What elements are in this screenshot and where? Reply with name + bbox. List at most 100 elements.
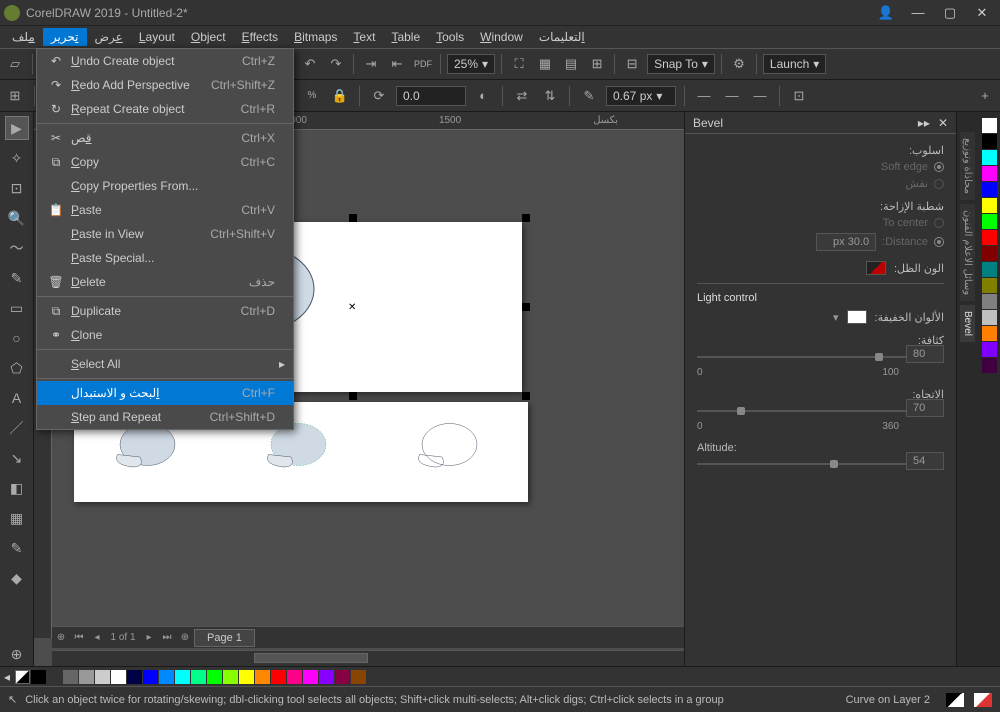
docker-collapse-button[interactable]: ▸▸	[918, 116, 930, 130]
swatch[interactable]	[287, 670, 302, 684]
light-color-swatch[interactable]	[847, 310, 867, 324]
swatch[interactable]	[223, 670, 238, 684]
swatch[interactable]	[351, 670, 366, 684]
maximize-button[interactable]: ▢	[940, 5, 960, 21]
swatch[interactable]	[303, 670, 318, 684]
swatch-none[interactable]	[15, 670, 30, 684]
menu-التعليمات[interactable]: التعليمات	[531, 28, 593, 46]
menu-item-paste-special-[interactable]: Paste Special...	[37, 246, 293, 270]
options-button[interactable]: ⚙	[728, 53, 750, 75]
distance-radio[interactable]: Distance: 30.0 px	[697, 233, 944, 251]
ruler-button[interactable]: ⊟	[621, 53, 643, 75]
swatch[interactable]	[175, 670, 190, 684]
color-swatch[interactable]	[982, 294, 997, 309]
swatch[interactable]	[111, 670, 126, 684]
menu-window[interactable]: Window	[472, 28, 531, 46]
shadow-color-swatch[interactable]	[866, 261, 886, 275]
menu-item-select-all[interactable]: ▸Select All	[37, 352, 293, 376]
emboss-radio[interactable]: نقش	[697, 177, 944, 190]
export-button[interactable]: ⇤	[386, 53, 408, 75]
connector-tool[interactable]: ↘	[5, 446, 29, 470]
color-swatch[interactable]	[982, 214, 997, 229]
lock-icon[interactable]: 🔒	[329, 85, 351, 107]
drop-shadow-tool[interactable]: ◧	[5, 476, 29, 500]
color-swatch[interactable]	[982, 198, 997, 213]
swatch[interactable]	[191, 670, 206, 684]
quick-custom-button[interactable]: ⊕	[5, 642, 29, 666]
menu-item-redo-add-perspective[interactable]: Ctrl+Shift+ZRedo Add Perspective↷	[37, 73, 293, 97]
menu-object[interactable]: Object	[183, 28, 234, 46]
color-swatch[interactable]	[982, 342, 997, 357]
import-button[interactable]: ⇥	[360, 53, 382, 75]
menu-item-delete[interactable]: حذفDelete🗑	[37, 270, 293, 294]
swatch[interactable]	[47, 670, 62, 684]
menu-item-paste[interactable]: Ctrl+VPaste📋	[37, 198, 293, 222]
rectangle-tool[interactable]: ▭	[5, 296, 29, 320]
swatch[interactable]	[319, 670, 334, 684]
ellipse-tool[interactable]: ○	[5, 326, 29, 350]
color-swatch[interactable]	[982, 166, 997, 181]
swatch[interactable]	[127, 670, 142, 684]
grid-button[interactable]: ▦	[534, 53, 556, 75]
eyedropper-tool[interactable]: ✎	[5, 536, 29, 560]
guides-button[interactable]: ▤	[560, 53, 582, 75]
menu-عرض[interactable]: عرض	[87, 28, 131, 46]
polygon-tool[interactable]: ⬠	[5, 356, 29, 380]
page-last-button[interactable]: ⏭	[158, 632, 176, 643]
distance-field[interactable]: 30.0 px	[816, 233, 876, 251]
snap-dropdown[interactable]: Snap To ▾	[647, 54, 715, 74]
redo-button[interactable]: ↷	[325, 53, 347, 75]
docker-tab-2[interactable]: Bevel	[960, 305, 975, 342]
swatch[interactable]	[239, 670, 254, 684]
menu-bitmaps[interactable]: Bitmaps	[286, 28, 345, 46]
color-swatch[interactable]	[982, 134, 997, 149]
menu-item-duplicate[interactable]: Ctrl+DDuplicate⧉	[37, 299, 293, 323]
color-swatch[interactable]	[982, 246, 997, 261]
color-swatch[interactable]	[982, 262, 997, 277]
menu-text[interactable]: Text	[345, 28, 383, 46]
crop-tool[interactable]: ⊡	[5, 176, 29, 200]
user-icon[interactable]: 👤	[876, 5, 896, 21]
pdf-button[interactable]: PDF	[412, 53, 434, 75]
docker-close-button[interactable]: ✕	[938, 116, 948, 130]
menu-item-step-and-repeat[interactable]: Ctrl+Shift+DStep and Repeat	[37, 405, 293, 429]
direction-slider[interactable]: 70	[697, 405, 944, 417]
rotation-field[interactable]: 0.0	[396, 86, 466, 106]
snap-grid-button[interactable]: ⊞	[586, 53, 608, 75]
pick-tool[interactable]: ▶	[5, 116, 29, 140]
wrap-button[interactable]: ⊡	[788, 85, 810, 107]
docker-tab-1[interactable]: وسائل الاعلام الفنون	[960, 204, 975, 301]
spinner-icon[interactable]: ◐	[472, 85, 494, 107]
color-swatch[interactable]	[982, 118, 997, 133]
preset-button[interactable]: ⊞	[4, 85, 26, 107]
minimize-button[interactable]: —	[908, 5, 928, 21]
flip-h-button[interactable]: ⇄	[511, 85, 533, 107]
launch-dropdown[interactable]: Launch ▾	[763, 54, 826, 74]
menu-ملف[interactable]: ملف	[4, 28, 43, 46]
text-tool[interactable]: A	[5, 386, 29, 410]
menu-item-copy[interactable]: Ctrl+CCopy⧉	[37, 150, 293, 174]
new-doc-button[interactable]: ▱	[4, 53, 26, 75]
swatch[interactable]	[207, 670, 222, 684]
swatch-nav-left[interactable]: ◂	[4, 670, 10, 684]
undo-button[interactable]: ↶	[299, 53, 321, 75]
swatch[interactable]	[79, 670, 94, 684]
shape-tool[interactable]: ✧	[5, 146, 29, 170]
swatch[interactable]	[271, 670, 286, 684]
flip-v-button[interactable]: ⇅	[539, 85, 561, 107]
outline-indicator[interactable]	[974, 693, 992, 707]
swatch[interactable]	[95, 670, 110, 684]
page-first-button[interactable]: ⏮	[70, 632, 88, 643]
zoom-tool[interactable]: 🔍	[5, 206, 29, 230]
fill-indicator[interactable]	[946, 693, 964, 707]
menu-item-copy-properties-from-[interactable]: Copy Properties From...	[37, 174, 293, 198]
swatch[interactable]	[143, 670, 158, 684]
color-swatch[interactable]	[982, 182, 997, 197]
color-swatch[interactable]	[982, 358, 997, 373]
swatch[interactable]	[335, 670, 350, 684]
page-add-button[interactable]: ⊕	[52, 632, 70, 643]
stroke-width-field[interactable]: 0.67 px ▾	[606, 86, 676, 106]
close-button[interactable]: ✕	[972, 5, 992, 21]
menu-item--[interactable]: Ctrl+Fالبحث و الاستبدال	[37, 381, 293, 405]
line-style-end[interactable]: —	[749, 85, 771, 107]
